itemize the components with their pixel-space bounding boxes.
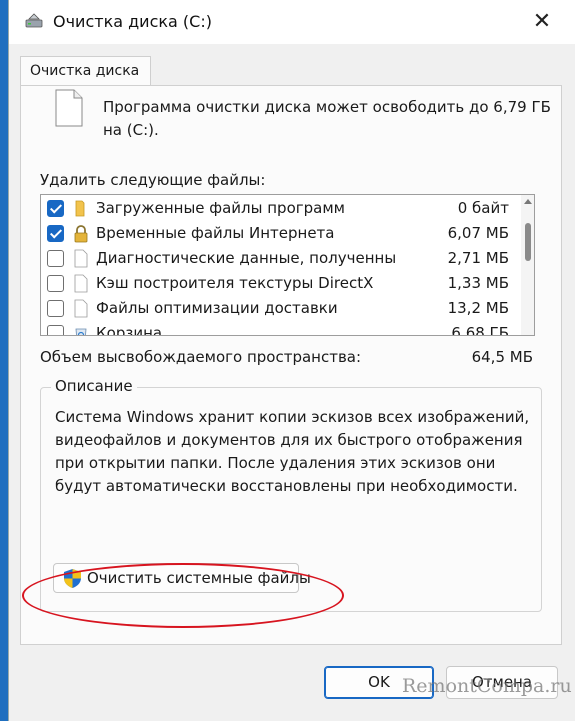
freed-space-label: Объем высвобождаемого пространства: (40, 348, 362, 366)
list-item[interactable]: Кэш построителя текстуры DirectX 1,33 МБ (41, 271, 519, 296)
description-text: Система Windows хранит копии эскизов все… (55, 408, 530, 495)
list-item[interactable]: Загруженные файлы программ 0 байт (41, 196, 519, 221)
scroll-up-icon[interactable] (524, 199, 532, 204)
checkbox[interactable] (47, 250, 64, 267)
scroll-thumb[interactable] (525, 223, 531, 261)
file-size: 13,2 МБ (447, 299, 509, 317)
recycle-bin-icon (75, 328, 87, 335)
tab-disk-cleanup[interactable]: Очистка диска (20, 56, 151, 86)
files-list[interactable]: Загруженные файлы программ 0 байт Времен… (40, 194, 535, 336)
freed-space-value: 64,5 МБ (471, 348, 533, 366)
file-size: 2,71 МБ (447, 249, 509, 267)
list-item[interactable]: Файлы оптимизации доставки 13,2 МБ (41, 296, 519, 321)
tab-panel: Программа очистки диска может освободить… (20, 85, 562, 645)
close-button[interactable]: ✕ (527, 9, 557, 37)
close-icon: ✕ (532, 9, 552, 34)
file-size: 0 байт (457, 199, 509, 217)
file-size: 6,07 МБ (447, 224, 509, 242)
intro-text: Программа очистки диска может освободить… (103, 98, 551, 139)
file-size: 6,68 ГБ (451, 324, 509, 336)
checkbox[interactable] (47, 225, 64, 242)
checkbox[interactable] (47, 275, 64, 292)
file-name: Диагностические данные, полученны... (96, 249, 396, 267)
file-size: 1,33 МБ (447, 274, 509, 292)
checkbox[interactable] (47, 200, 64, 217)
file-name: Загруженные файлы программ (96, 199, 345, 217)
file-icon (74, 274, 88, 293)
file-name: Корзина (96, 324, 163, 336)
list-item[interactable]: Корзина 6,68 ГБ (41, 321, 519, 336)
background-window-strip (0, 0, 8, 721)
highlight-ellipse (22, 563, 344, 628)
title-bar[interactable]: Очистка диска (C:) ✕ (9, 0, 575, 44)
checkbox[interactable] (47, 325, 64, 335)
list-scrollbar[interactable] (521, 195, 534, 335)
file-name: Временные файлы Интернета (96, 224, 335, 242)
document-icon (55, 89, 83, 127)
watermark: RemontCompa.ru (402, 675, 572, 697)
lock-icon (74, 225, 88, 243)
file-icon (74, 299, 88, 318)
window-title: Очистка диска (C:) (53, 12, 212, 31)
list-item[interactable]: Диагностические данные, полученны... 2,7… (41, 246, 519, 271)
list-item[interactable]: Временные файлы Интернета 6,07 МБ (41, 221, 519, 246)
description-title: Описание (51, 377, 137, 395)
file-name: Файлы оптимизации доставки (96, 299, 338, 317)
file-icon (74, 249, 88, 268)
checkbox[interactable] (47, 300, 64, 317)
disk-cleanup-icon (25, 13, 43, 28)
files-to-delete-label: Удалить следующие файлы: (40, 171, 266, 189)
file-name: Кэш построителя текстуры DirectX (96, 274, 374, 292)
folder-icon (75, 200, 85, 217)
